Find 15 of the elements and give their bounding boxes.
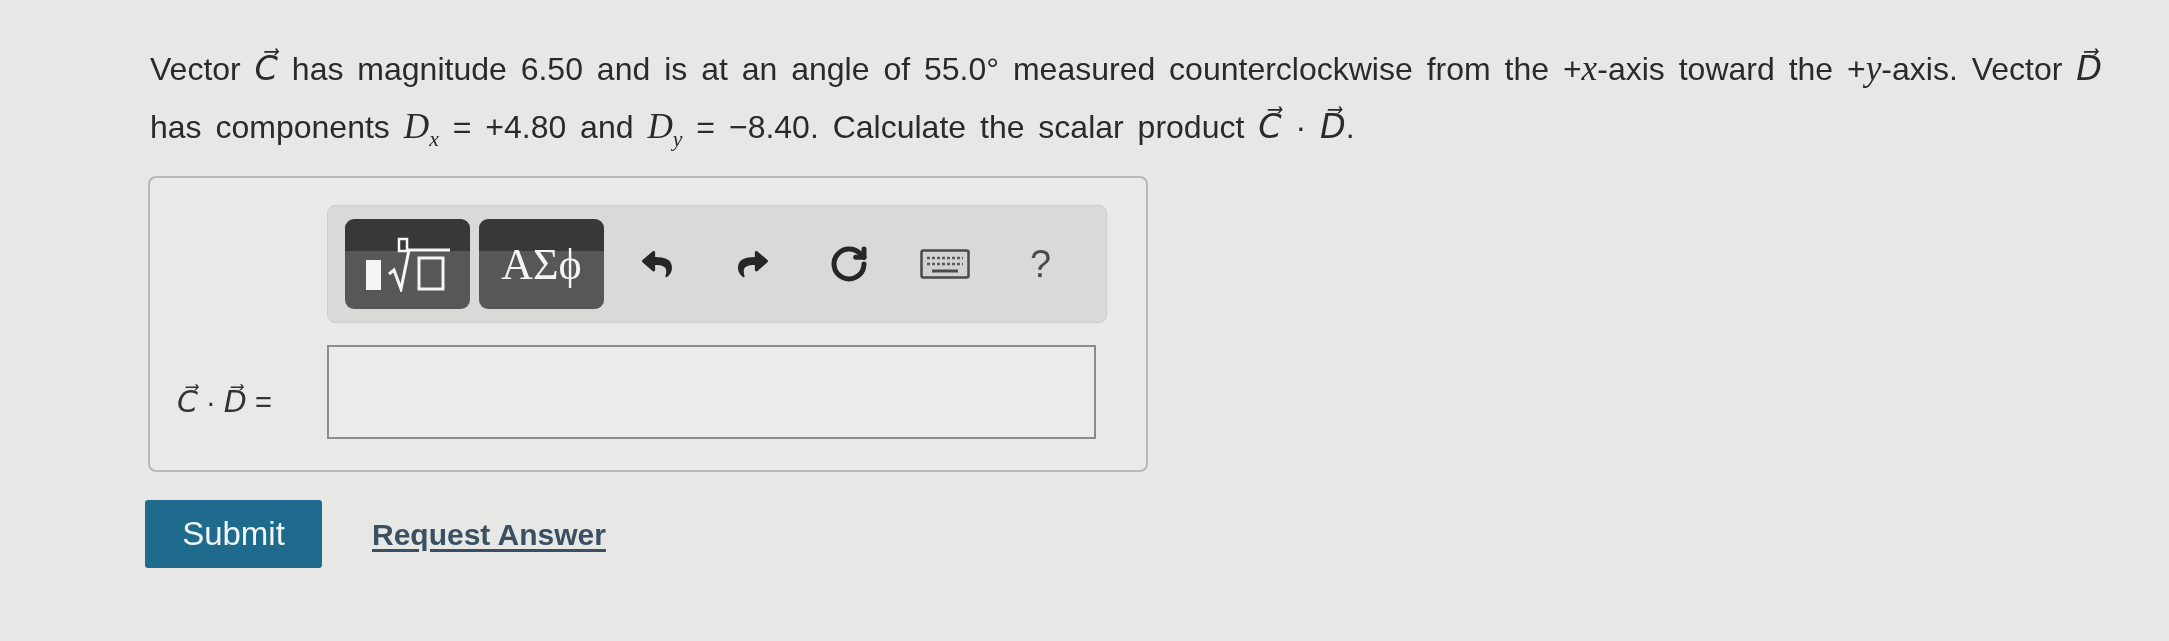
redo-icon — [737, 249, 768, 279]
redo-button[interactable] — [737, 249, 768, 279]
question-text: Vector C⃗ has magnitude 6.50 and is at an angle of 55.0° measured counterclockwise from the +x-axis toward the +y-axis. Vector D⃗ has components D$_{x}$ = +4.80 and D$_{y}$ = −8.40. Calculate the scalar product C⃗ · D⃗. — [150, 47, 2103, 153]
keyboard-icon — [919, 249, 970, 279]
template-button[interactable] — [345, 219, 470, 309]
undo-icon — [641, 249, 672, 279]
undo-button[interactable] — [641, 249, 672, 279]
request-answer-link[interactable]: Request Answer — [372, 518, 606, 552]
answer-label: C⃗ · D⃗ = — [177, 383, 272, 420]
submit-button[interactable]: Submit — [145, 500, 322, 568]
help-button[interactable]: ? — [1029, 245, 1052, 283]
root-template-icon — [363, 236, 452, 292]
answer-field[interactable] — [327, 345, 1096, 439]
symbols-button[interactable]: ΑΣϕ — [479, 219, 604, 309]
keyboard-button[interactable] — [919, 249, 970, 279]
